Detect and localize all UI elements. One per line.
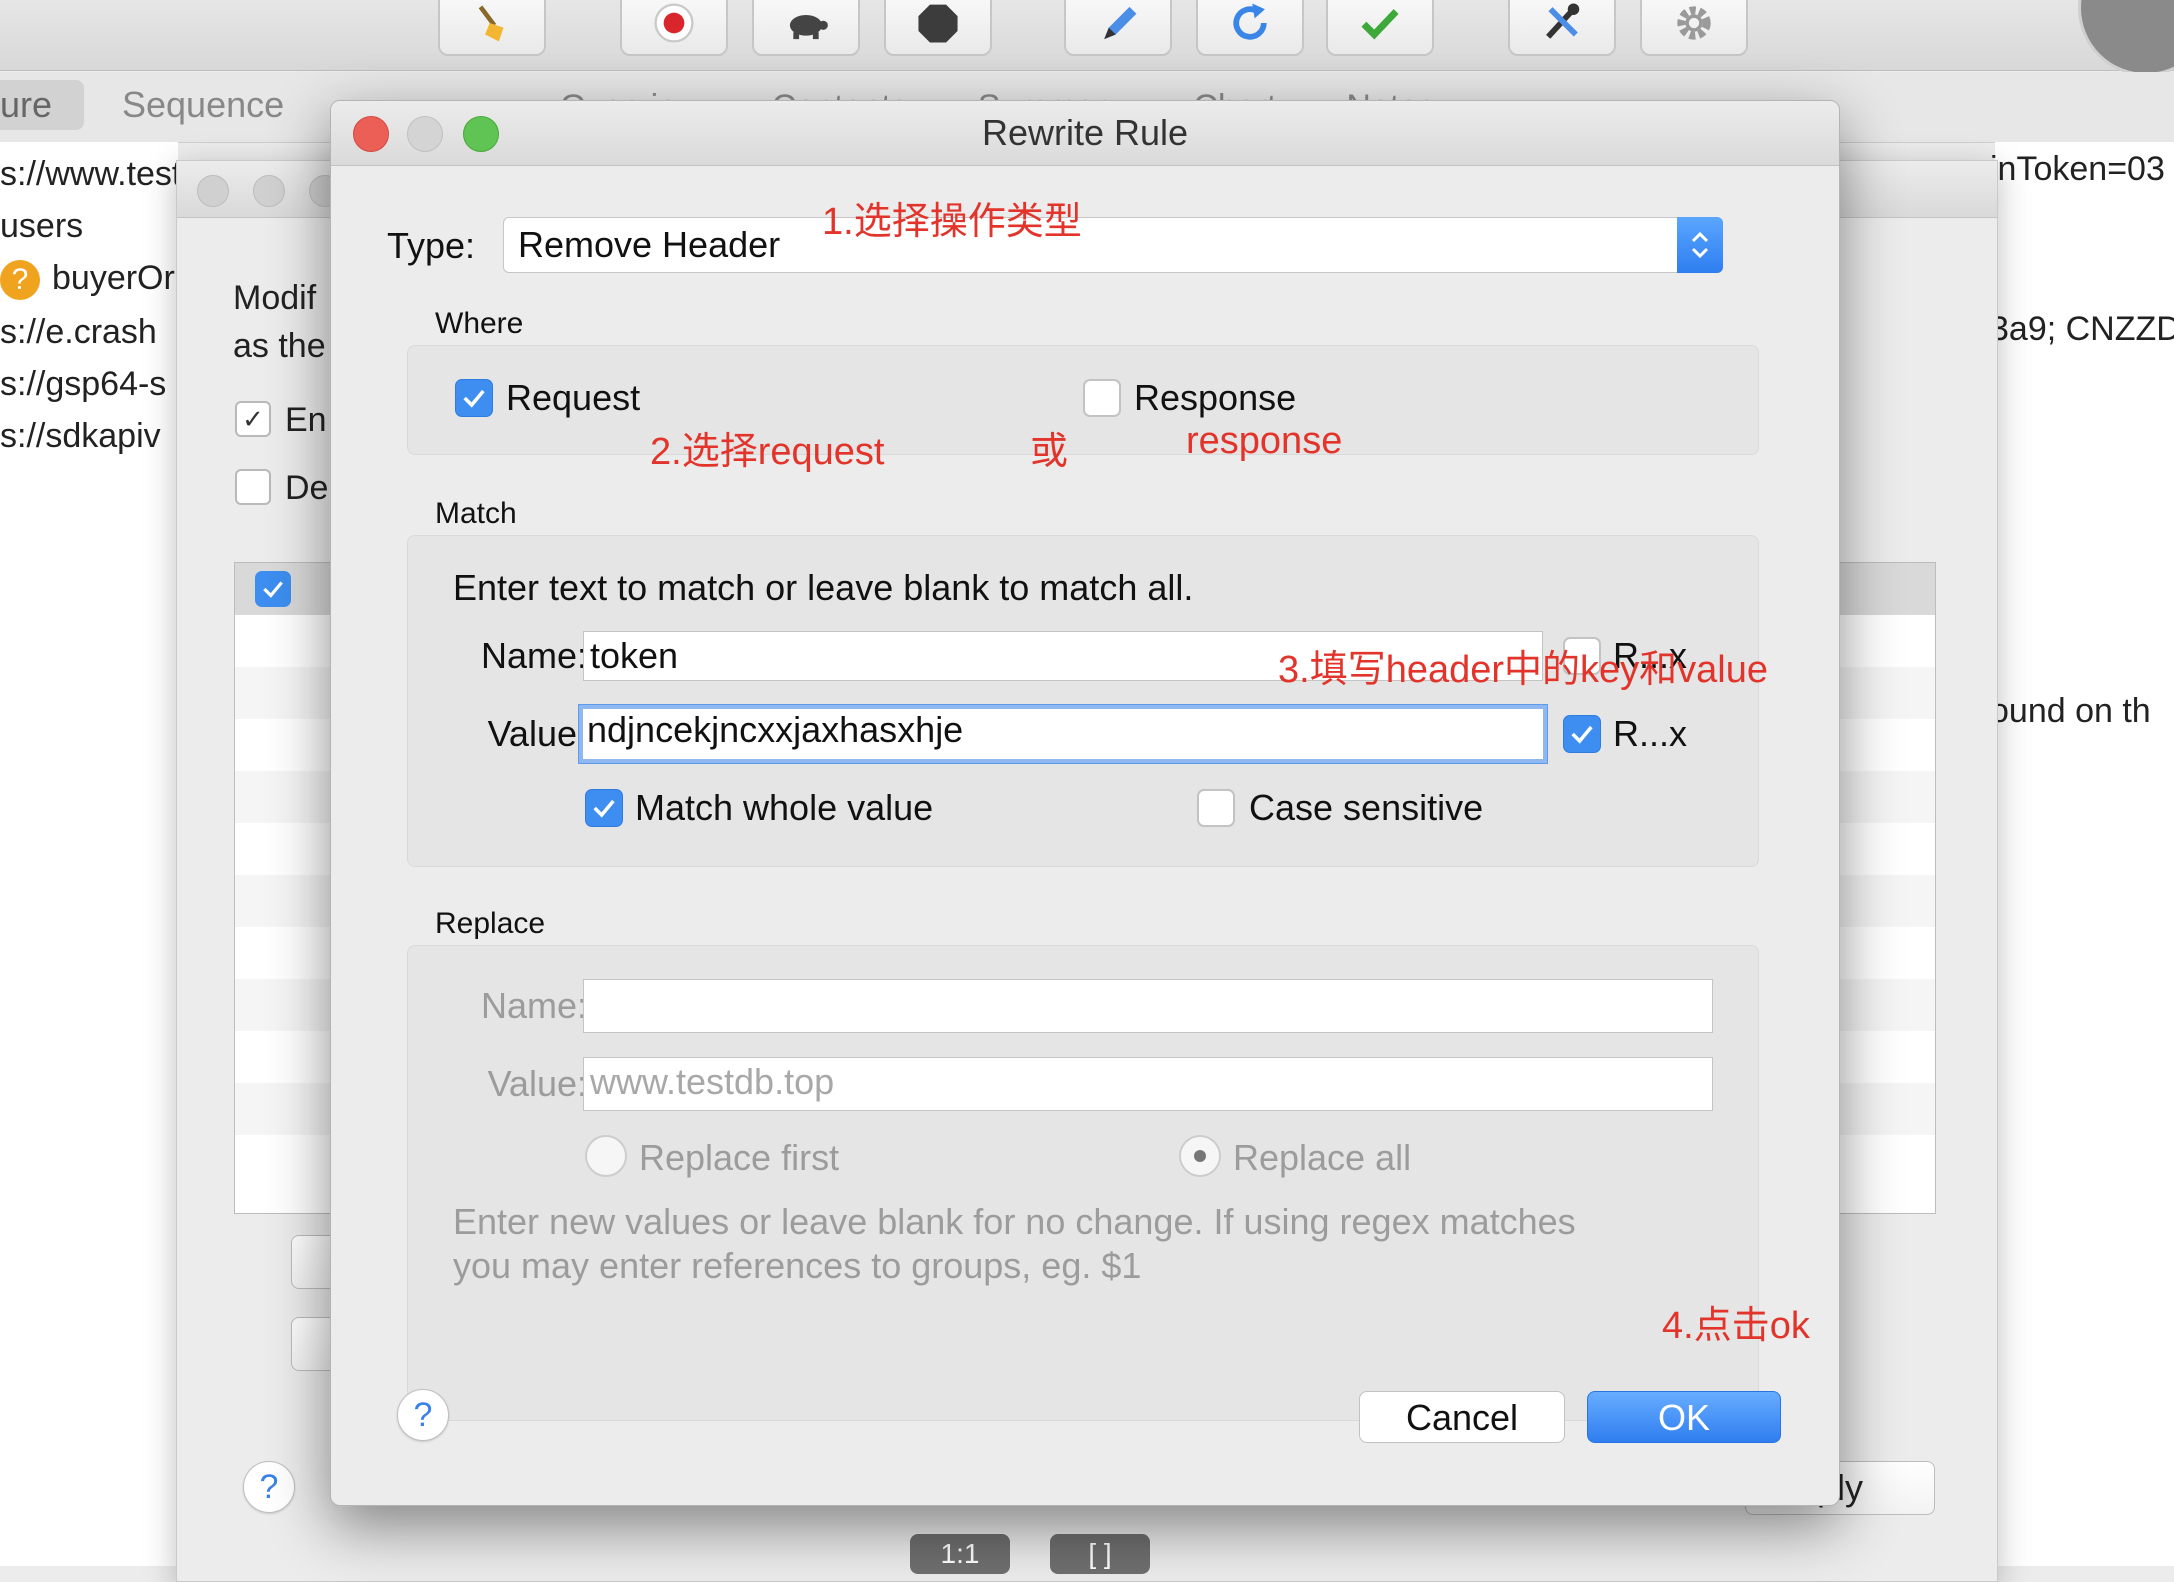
request-label: Request: [506, 377, 641, 418]
modify-description-line2: as the: [233, 327, 326, 365]
breakpoints-button[interactable]: [884, 0, 992, 56]
replace-section-title: Replace: [435, 907, 546, 940]
replace-first-label: Replace first: [639, 1137, 840, 1178]
help-button[interactable]: ?: [397, 1389, 449, 1441]
annotation-step2-request: 2.选择request: [650, 431, 885, 473]
case-sensitive-checkbox[interactable]: [1197, 789, 1235, 827]
replace-first-radio[interactable]: [585, 1135, 627, 1177]
match-hint: Enter text to match or leave blank to ma…: [453, 567, 1194, 608]
replace-value-input[interactable]: www.testdb.top: [583, 1057, 1713, 1111]
record-button[interactable]: [620, 0, 728, 56]
list-item[interactable]: users: [0, 200, 178, 252]
replace-value-label: Value:: [487, 1063, 587, 1104]
enable-label: En: [285, 401, 327, 439]
checkmark-icon: [463, 389, 485, 408]
match-whole-value-label: Match whole value: [635, 787, 934, 828]
help-button[interactable]: ?: [243, 1461, 295, 1513]
tab-sequence[interactable]: Sequence: [122, 80, 284, 130]
replace-all-radio[interactable]: [1179, 1135, 1221, 1177]
list-item[interactable]: ? buyerOr: [0, 252, 178, 304]
rule-enabled-checkbox[interactable]: [255, 571, 291, 607]
match-value-label: Value:: [487, 713, 587, 754]
zoom-fit-button[interactable]: [ ]: [1050, 1534, 1150, 1574]
replace-all-label: Replace all: [1233, 1137, 1412, 1178]
match-name-label: Name:: [480, 635, 587, 676]
window-minimize-button[interactable]: [253, 175, 285, 207]
replace-name-input[interactable]: [583, 979, 1713, 1033]
match-section-title: Match: [435, 497, 517, 530]
annotation-step1: 1.选择操作类型: [822, 201, 1082, 243]
checkmark-icon: [1571, 725, 1593, 744]
checkmark-icon: [263, 581, 283, 598]
validate-button[interactable]: [1326, 0, 1434, 56]
tools-button[interactable]: [1508, 0, 1616, 56]
clear-broom-button[interactable]: [438, 0, 546, 56]
replace-hint-line1: Enter new values or leave blank for no c…: [453, 1201, 1576, 1242]
case-sensitive-label: Case sensitive: [1249, 787, 1484, 828]
window-close-button[interactable]: [197, 175, 229, 207]
refresh-icon: [1233, 3, 1267, 40]
main-toolbar: [0, 0, 2174, 76]
compose-button[interactable]: [1064, 0, 1172, 56]
replace-hint-line2: you may enter references to groups, eg. …: [453, 1245, 1142, 1286]
checkmark-icon: ✓: [242, 403, 264, 434]
gear-icon: [1677, 6, 1711, 40]
value-regex-label: R...x: [1613, 713, 1688, 754]
response-label: Response: [1134, 377, 1297, 418]
ok-button[interactable]: OK: [1587, 1391, 1781, 1443]
type-label: Type:: [387, 225, 476, 266]
detail-text-token: inToken=03: [1990, 150, 2165, 188]
list-item[interactable]: s://e.crash: [0, 306, 178, 358]
list-item[interactable]: s://sdkapiv: [0, 410, 178, 462]
checkmark-icon: [593, 799, 615, 818]
replace-name-label: Name:: [480, 985, 587, 1026]
tools-icon: [1546, 3, 1580, 39]
settings-button[interactable]: [1640, 0, 1748, 56]
request-checkbox[interactable]: [455, 379, 493, 417]
detail-text-found: ound on th: [1990, 692, 2151, 730]
modify-description-line1: Modif: [233, 279, 317, 317]
annotation-step2-response: response: [1186, 420, 1343, 462]
rewrite-rule-dialog: Rewrite Rule Type: Remove Header Where R…: [330, 100, 1840, 1506]
record-icon: [654, 3, 694, 43]
repeat-button[interactable]: [1196, 0, 1304, 56]
detail-text-cookie: 3a9; CNZZD: [1990, 310, 2174, 348]
debug-checkbox[interactable]: [235, 469, 271, 505]
broom-icon: [478, 5, 504, 42]
stop-hexagon-icon: [918, 4, 958, 43]
response-checkbox[interactable]: [1083, 379, 1121, 417]
where-section-title: Where: [435, 307, 524, 340]
annotation-step3: 3.填写header中的key和value: [1278, 649, 1768, 691]
list-item[interactable]: s://www.test: [0, 148, 178, 200]
list-item[interactable]: s://gsp64-s: [0, 358, 178, 410]
request-list: s://www.test users ? buyerOr s://e.crash …: [0, 142, 178, 1566]
cancel-button[interactable]: Cancel: [1359, 1391, 1565, 1443]
type-select-value: Remove Header: [518, 224, 781, 265]
type-select[interactable]: Remove Header: [503, 217, 1723, 273]
match-whole-value-checkbox[interactable]: [585, 789, 623, 827]
tab-structure[interactable]: ure: [0, 80, 84, 130]
avatar[interactable]: [2078, 0, 2174, 76]
match-value-input[interactable]: ndjncekjncxxjaxhasxhje: [579, 705, 1547, 763]
annotation-step4: 4.点击ok: [1662, 1305, 1810, 1347]
checkmark-icon: [1361, 9, 1399, 40]
question-icon: ?: [0, 260, 40, 301]
throttle-button[interactable]: [752, 0, 860, 56]
zoom-actual-size-button[interactable]: 1:1: [910, 1534, 1010, 1574]
turtle-icon: [789, 14, 828, 40]
select-arrows-icon: [1677, 217, 1723, 273]
value-regex-checkbox[interactable]: [1563, 715, 1601, 753]
pen-icon: [1104, 6, 1137, 40]
enable-checkbox[interactable]: ✓: [235, 401, 271, 437]
detail-panel: [1995, 142, 2174, 1566]
annotation-step2-or: 或: [1030, 431, 1069, 473]
debug-label: De: [285, 469, 329, 507]
dialog-title: Rewrite Rule: [981, 112, 1189, 153]
